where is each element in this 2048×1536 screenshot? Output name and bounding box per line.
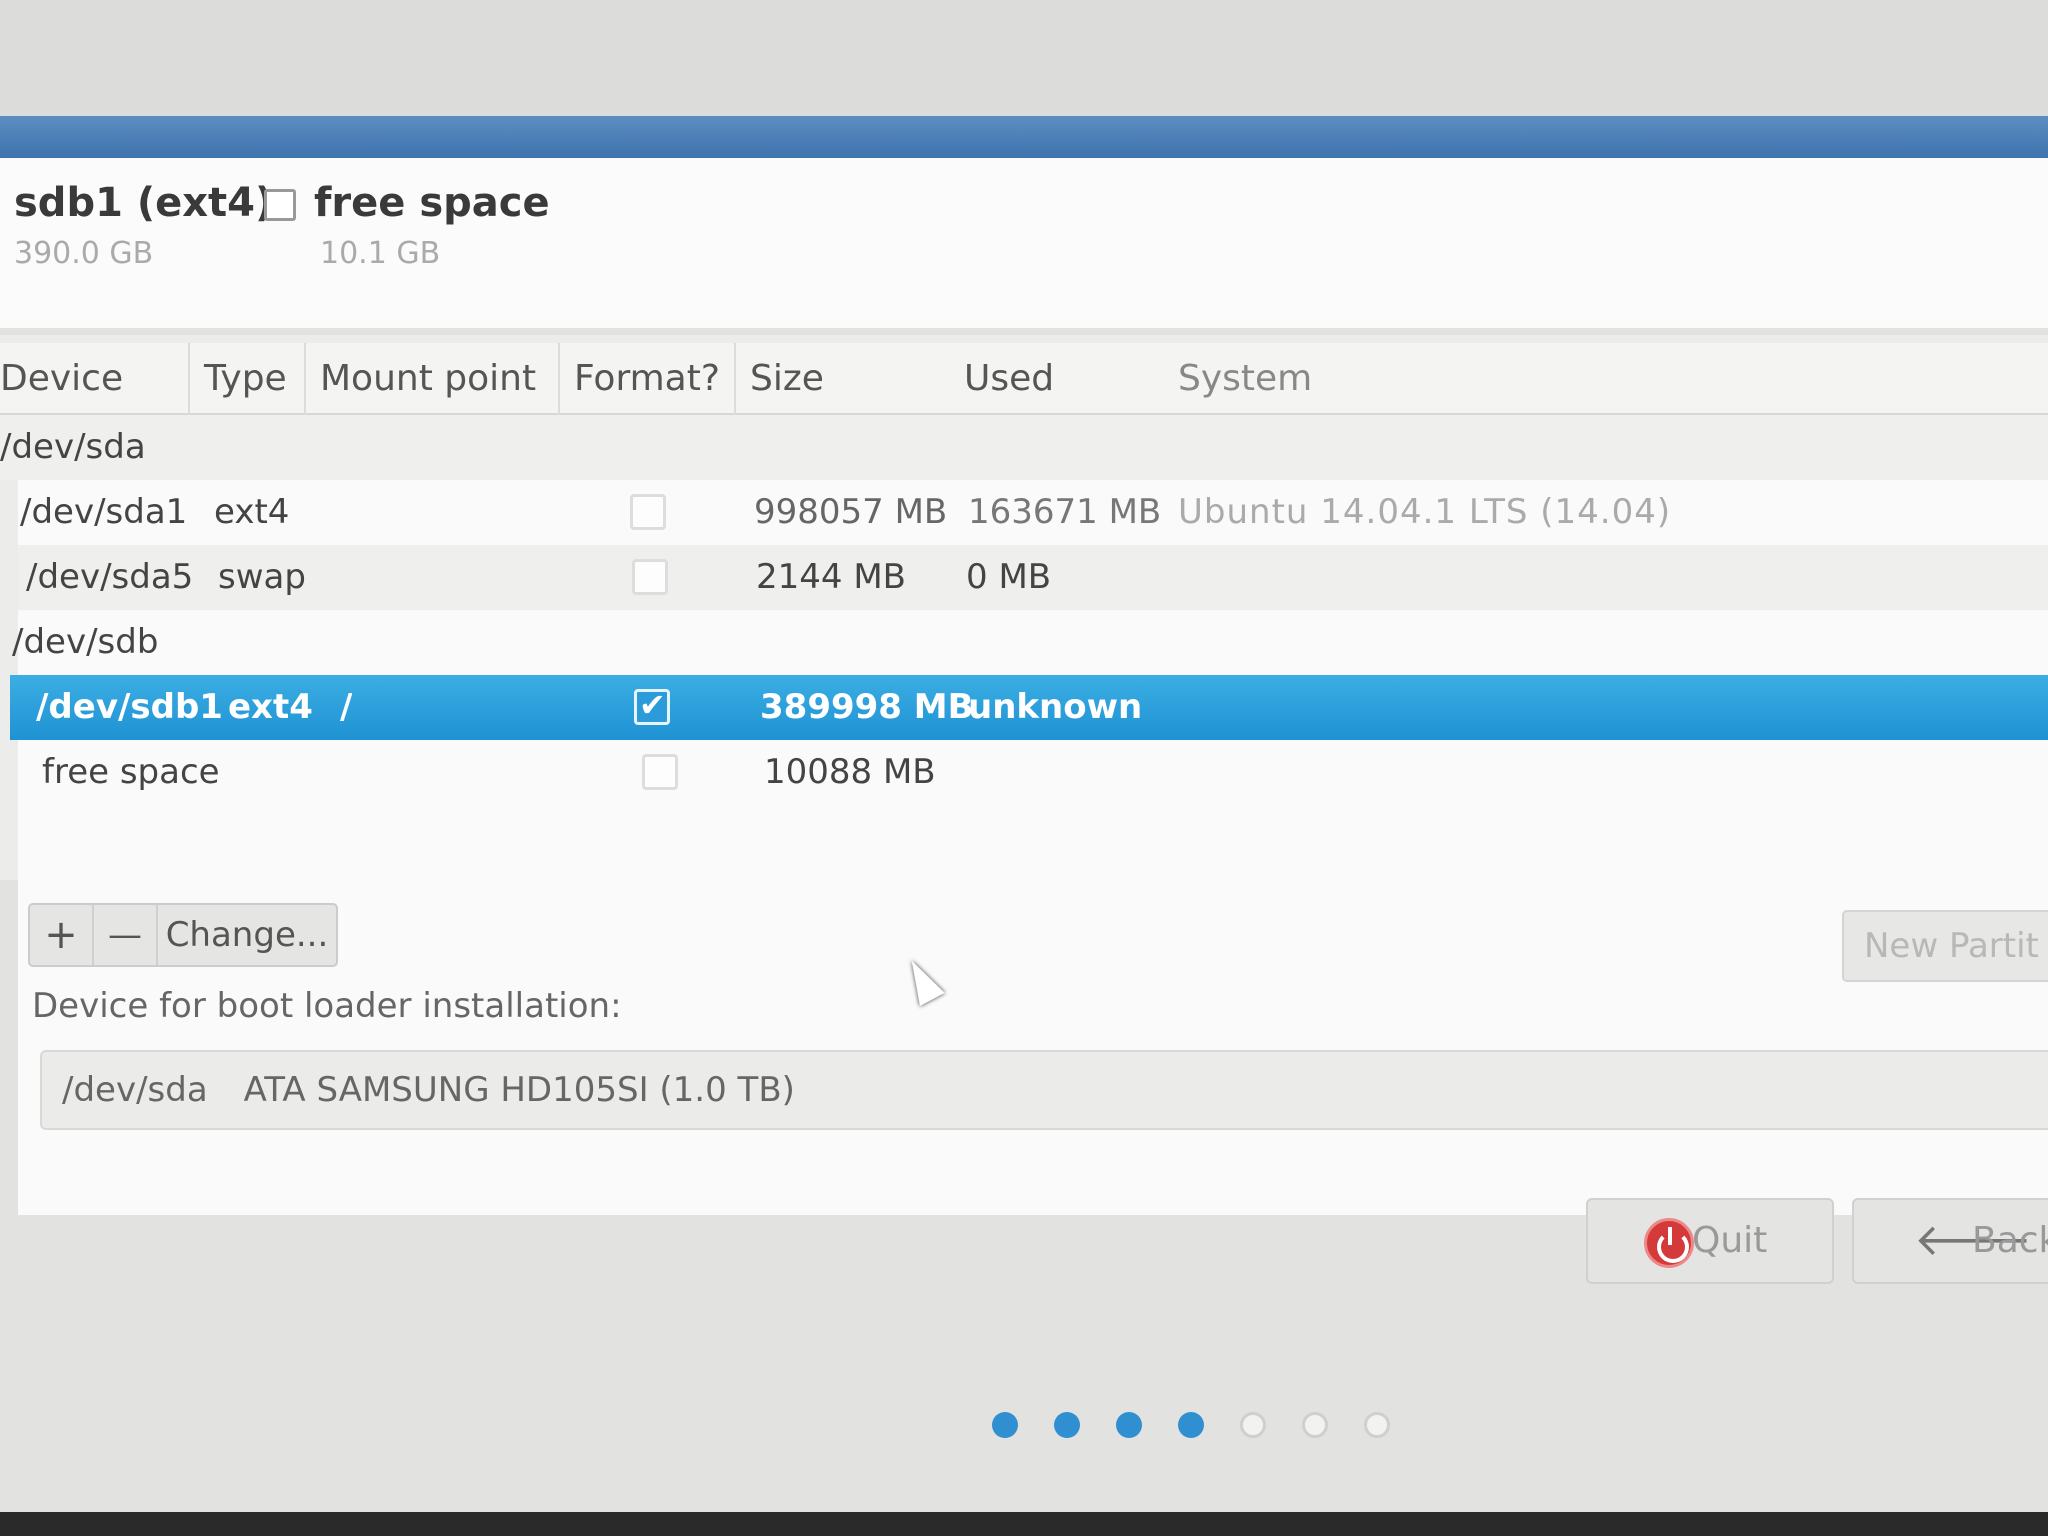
- boot-loader-select[interactable]: /dev/sda ATA SAMSUNG HD105SI (1.0 TB): [40, 1050, 2048, 1130]
- cell-device: free space: [42, 752, 220, 792]
- cell-type: swap: [218, 557, 306, 597]
- table-row-group[interactable]: /dev/sda: [0, 415, 2048, 480]
- format-checkbox[interactable]: [630, 494, 666, 530]
- table-header: Device Type Mount point Format? Size Use…: [0, 343, 2048, 415]
- power-icon: [1644, 1218, 1694, 1268]
- column-header-system[interactable]: System: [1164, 343, 1664, 415]
- legend-size: 10.1 GB: [320, 236, 441, 271]
- cell-device: /dev/sdb1: [36, 687, 223, 727]
- cell-device: /dev/sda5: [26, 557, 194, 597]
- check-icon: ✔: [639, 686, 666, 724]
- screen-bezel: [0, 1512, 2048, 1536]
- partition-legend: sdb1 (ext4) 390.0 GB free space 10.1 GB: [0, 158, 2048, 328]
- quit-button[interactable]: Quit: [1586, 1198, 1834, 1284]
- format-checkbox[interactable]: [632, 559, 668, 595]
- progress-dot: [1116, 1412, 1142, 1438]
- step-progress-indicator: [992, 1412, 1390, 1438]
- progress-dot: [1054, 1412, 1080, 1438]
- group-device: /dev/sda: [0, 427, 146, 467]
- cell-size: 10088 MB: [764, 752, 936, 792]
- table-row[interactable]: /dev/sda1 ext4 998057 MB 163671 MB Ubunt…: [18, 480, 2048, 545]
- cell-type: ext4: [214, 492, 290, 532]
- table-row[interactable]: /dev/sda5 swap 2144 MB 0 MB: [18, 545, 2048, 610]
- table-row[interactable]: free space 10088 MB: [18, 740, 2048, 805]
- cell-mount: /: [340, 687, 353, 727]
- back-label: Back: [1972, 1220, 2048, 1261]
- column-header-mount-point[interactable]: Mount point: [306, 343, 560, 415]
- add-partition-button[interactable]: +: [30, 905, 94, 965]
- remove-partition-button[interactable]: —: [94, 905, 158, 965]
- back-button[interactable]: 🡐 Back: [1852, 1198, 2048, 1284]
- progress-dot: [1302, 1412, 1328, 1438]
- partition-bar: [0, 116, 2048, 158]
- cell-size: 2144 MB: [756, 557, 906, 597]
- cell-size: 389998 MB: [760, 687, 974, 727]
- format-checkbox[interactable]: [642, 754, 678, 790]
- legend-name: free space: [314, 180, 550, 226]
- boot-loader-model: ATA SAMSUNG HD105SI (1.0 TB): [243, 1070, 795, 1110]
- cell-used: 0 MB: [966, 557, 1052, 597]
- format-checkbox-checked[interactable]: ✔: [634, 689, 670, 725]
- legend-name: sdb1 (ext4): [14, 180, 274, 226]
- cell-used: unknown: [968, 687, 1143, 727]
- progress-dot: [1178, 1412, 1204, 1438]
- cell-device: /dev/sda1: [20, 492, 188, 532]
- column-header-used[interactable]: Used: [950, 343, 1164, 415]
- table-row-group[interactable]: /dev/sdb: [12, 610, 2048, 675]
- cell-system: Ubuntu 14.04.1 LTS (14.04): [1178, 492, 1672, 532]
- cell-used: 163671 MB: [968, 492, 1162, 532]
- column-header-device[interactable]: Device: [0, 343, 190, 415]
- boot-loader-device: /dev/sda: [62, 1070, 208, 1110]
- legend-item-free-space: free space 10.1 GB: [264, 180, 550, 271]
- partition-table: Device Type Mount point Format? Size Use…: [0, 335, 2048, 1215]
- progress-dot: [1240, 1412, 1266, 1438]
- table-row-selected[interactable]: /dev/sdb1 ext4 / ✔ 389998 MB unknown: [10, 675, 2048, 740]
- progress-dot: [1364, 1412, 1390, 1438]
- cell-size: 998057 MB: [754, 492, 948, 532]
- legend-size: 390.0 GB: [14, 236, 154, 271]
- quit-label: Quit: [1692, 1220, 1768, 1261]
- group-device: /dev/sdb: [12, 622, 159, 662]
- partition-toolbar: + — Change...: [28, 903, 338, 967]
- new-partition-table-button[interactable]: New Partit: [1842, 910, 2048, 982]
- change-partition-button[interactable]: Change...: [158, 905, 336, 965]
- column-header-type[interactable]: Type: [190, 343, 306, 415]
- progress-dot: [992, 1412, 1018, 1438]
- boot-loader-label: Device for boot loader installation:: [32, 986, 622, 1026]
- legend-checkbox: [264, 189, 296, 221]
- window-top-background: [0, 0, 2048, 118]
- column-header-format[interactable]: Format?: [560, 343, 736, 415]
- legend-item-sdb1: sdb1 (ext4) 390.0 GB: [14, 180, 273, 271]
- column-header-size[interactable]: Size: [736, 343, 950, 415]
- cell-type: ext4: [228, 687, 313, 727]
